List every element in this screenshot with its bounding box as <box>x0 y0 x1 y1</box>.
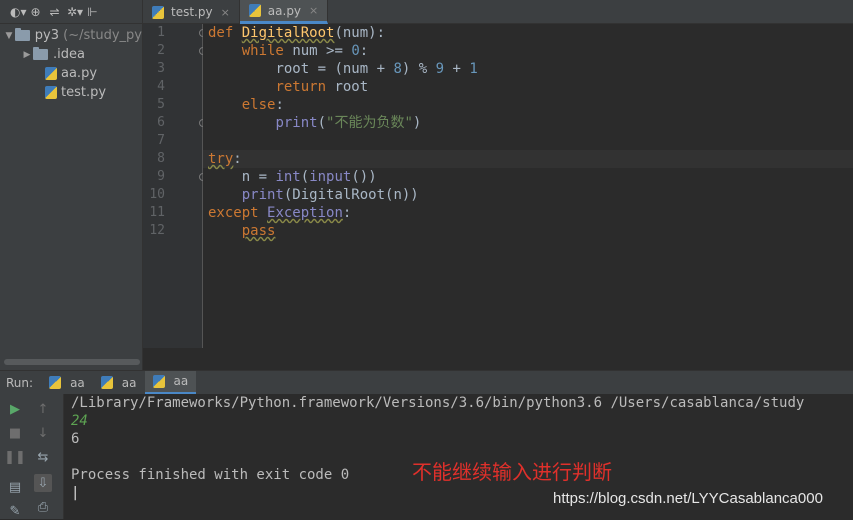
current-line-highlight <box>203 150 853 168</box>
rerun-icon[interactable]: ▶ <box>6 400 24 418</box>
code-line-1: def DigitalRoot(num): <box>208 25 386 41</box>
folder-icon <box>33 47 48 60</box>
horizontal-scrollbar[interactable] <box>4 359 140 365</box>
line-number: 12 <box>149 223 165 238</box>
run-tab-label: aa <box>70 375 85 390</box>
console-exit-message: Process finished with exit code 0 <box>71 467 350 483</box>
line-number: 6 <box>157 115 165 130</box>
close-icon[interactable]: × <box>221 6 230 19</box>
project-tree: ▼ py3 (~/study_py ▶ .idea aa.py test.py <box>0 26 142 102</box>
python-file-icon <box>49 376 62 389</box>
tab-label: test.py <box>171 5 213 19</box>
code-line-5: else: <box>241 97 284 113</box>
run-tab-aa-1[interactable]: aa <box>41 371 93 395</box>
locate-icon[interactable]: ⊕ <box>29 5 42 19</box>
settings-gear-icon[interactable]: ✲▾ <box>67 5 83 19</box>
code-line-6: print("不能为负数") <box>275 115 422 131</box>
editor-tabs: test.py × aa.py × <box>143 0 853 24</box>
scroll-to-end-icon[interactable]: ⇩ <box>34 474 52 492</box>
line-number: 10 <box>149 187 165 202</box>
line-number: 9 <box>157 169 165 184</box>
project-toolbar: ◐▾ ⊕ ⇌ ✲▾ ⊩ <box>0 0 142 24</box>
code-line-4: return root <box>275 79 369 95</box>
collapse-icon[interactable]: ⇌ <box>48 5 61 19</box>
run-toolbar: Run: aa aa aa <box>0 370 853 395</box>
console-output: 6 <box>71 431 80 447</box>
python-file-icon <box>248 4 261 17</box>
code-line-8: try: <box>208 151 242 167</box>
run-tab-label: aa <box>121 375 137 390</box>
tree-item-label: aa.py <box>61 66 98 81</box>
collapse-arrow-icon[interactable]: ▶ <box>21 50 33 60</box>
tree-item-py3[interactable]: ▼ py3 (~/study_py <box>0 26 142 45</box>
run-tool-strip: ▶ ↑ ■ ↓ ❚❚ ⇆ ▤ ⇩ ⎙ ✎ <box>0 394 64 519</box>
code-line-10: print(DigitalRoot(n)) <box>241 187 419 203</box>
code-line-12: pass <box>241 223 276 239</box>
line-number: 8 <box>157 151 165 166</box>
python-file-icon <box>45 86 57 99</box>
stop-icon[interactable]: ■ <box>6 424 24 442</box>
up-arrow-icon[interactable]: ↑ <box>34 400 52 418</box>
line-number: 4 <box>157 79 165 94</box>
code-line-11: except Exception: <box>208 205 352 221</box>
code-editor[interactable]: def DigitalRoot(num): while num >= 0: ro… <box>203 24 853 348</box>
tab-aa-py[interactable]: aa.py × <box>239 0 329 24</box>
annotation-text: 不能继续输入进行判断 <box>412 460 612 484</box>
tab-test-py[interactable]: test.py × <box>143 0 240 24</box>
tree-item-path: (~/study_py <box>63 28 142 43</box>
code-line-9: n = int(input()) <box>241 169 377 185</box>
pause-icon[interactable]: ❚❚ <box>4 448 26 466</box>
code-line-2: while num >= 0: <box>241 43 369 59</box>
project-view-icon[interactable]: ◐▾ <box>10 5 27 19</box>
tree-item-label: py3 <box>34 28 59 43</box>
line-number-gutter: 1 2 3 4 5 6 7 8 9 10 11 12 <box>143 24 207 348</box>
line-number: 11 <box>149 205 165 220</box>
tree-item-test-py[interactable]: test.py <box>0 83 142 102</box>
hide-icon[interactable]: ⊩ <box>86 5 99 19</box>
tree-item-label: .idea <box>53 47 85 62</box>
run-tab-aa-3[interactable]: aa <box>144 370 197 395</box>
console-caret[interactable]: | <box>71 484 79 502</box>
down-arrow-icon[interactable]: ↓ <box>34 424 52 442</box>
console-command-line: /Library/Frameworks/Python.framework/Ver… <box>71 395 805 411</box>
layout-icon[interactable]: ▤ <box>6 478 24 496</box>
pin-icon[interactable]: ✎ <box>6 502 24 520</box>
line-number: 5 <box>157 97 165 112</box>
python-file-icon <box>45 67 57 80</box>
editor-empty-area <box>143 348 853 370</box>
code-line-3: root = (num + 8) % 9 + 1 <box>275 61 478 77</box>
project-panel: ◐▾ ⊕ ⇌ ✲▾ ⊩ ▼ py3 (~/study_py ▶ .idea aa… <box>0 0 143 370</box>
python-file-icon <box>152 5 164 19</box>
line-number: 2 <box>157 43 165 58</box>
soft-wrap-icon[interactable]: ⇆ <box>34 448 52 466</box>
python-file-icon <box>100 376 113 389</box>
line-number: 1 <box>157 25 165 40</box>
close-icon[interactable]: × <box>309 4 318 17</box>
line-number: 3 <box>157 61 165 76</box>
tree-item-label: test.py <box>61 85 107 100</box>
tree-item-idea[interactable]: ▶ .idea <box>0 45 142 64</box>
line-number: 7 <box>157 133 165 148</box>
run-label: Run: <box>6 375 34 390</box>
print-icon[interactable]: ⎙ <box>34 498 52 516</box>
python-file-icon <box>152 374 165 388</box>
tree-item-aa-py[interactable]: aa.py <box>0 64 142 83</box>
run-tab-label: aa <box>173 374 189 388</box>
folder-icon <box>14 28 30 41</box>
tab-label: aa.py <box>267 3 302 18</box>
console-input-echo: 24 <box>71 413 88 429</box>
expand-arrow-icon[interactable]: ▼ <box>3 31 15 41</box>
watermark: https://blog.csdn.net/LYYCasablanca000 <box>553 490 823 507</box>
run-tab-aa-2[interactable]: aa <box>93 371 145 395</box>
